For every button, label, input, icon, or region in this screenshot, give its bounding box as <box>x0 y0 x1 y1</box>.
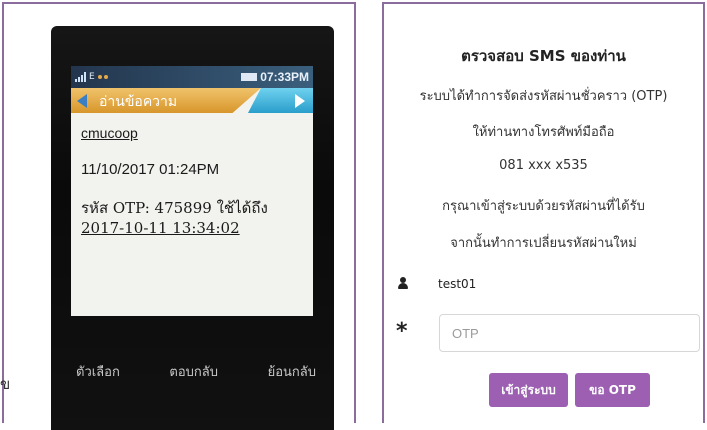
otp-input[interactable] <box>439 314 700 352</box>
softkey-reply: ตอบกลับ <box>169 365 219 380</box>
sms-body-line2: 2017-10-11 13:34:02 <box>81 219 240 237</box>
network-icon: E <box>89 72 95 82</box>
phone-status-bar: E 07:33PM <box>71 66 313 88</box>
otp-verify-panel: ตรวจสอบ SMS ของท่าน ระบบได้ทำการจัดส่งรห… <box>382 2 705 423</box>
sms-photo-panel: E 07:33PM อ่านข้อความ cmucoop 11/10/2017… <box>2 2 356 430</box>
arrow-right-icon <box>295 94 305 108</box>
status-time: 07:33PM <box>260 70 309 84</box>
caption-fragment: ข <box>0 375 11 393</box>
sms-datetime: 11/10/2017 01:24PM <box>81 161 220 178</box>
sms-message: cmucoop 11/10/2017 01:24PM รหัส OTP: 475… <box>71 113 313 244</box>
phone-number: 081 xxx x535 <box>499 158 588 173</box>
softkey-back: ย้อนกลับ <box>267 365 316 380</box>
user-icon <box>398 277 408 289</box>
softkey-options: ตัวเลือก <box>76 365 120 380</box>
phone-screen: E 07:33PM อ่านข้อความ cmucoop 11/10/2017… <box>71 66 313 316</box>
required-asterisk-icon: * <box>396 319 408 344</box>
arrow-left-icon <box>77 94 87 108</box>
info-line-1: ระบบได้ทำการจัดส่งรหัสผ่านชั่วคราว (OTP) <box>419 89 668 104</box>
phone-title: อ่านข้อความ <box>99 94 178 110</box>
sms-body-line1: รหัส OTP: 475899 ใช้ได้ถึง <box>81 199 268 217</box>
mobile-phone-photo: E 07:33PM อ่านข้อความ cmucoop 11/10/2017… <box>51 26 334 430</box>
phone-title-bar: อ่านข้อความ <box>71 88 313 113</box>
info-line-3: กรุณาเข้าสู่ระบบด้วยรหัสผ่านที่ได้รับ <box>442 199 645 214</box>
login-button[interactable]: เข้าสู่ระบบ <box>489 373 568 407</box>
sms-sender: cmucoop <box>81 125 138 141</box>
phone-softkeys: ตัวเลือก ตอบกลับ ย้อนกลับ <box>76 361 316 382</box>
sms-body: รหัส OTP: 475899 ใช้ได้ถึง 2017-10-11 13… <box>81 198 303 238</box>
info-line-2: ให้ท่านทางโทรศัพท์มือถือ <box>472 125 615 140</box>
battery-icon <box>241 73 258 81</box>
request-otp-button[interactable]: ขอ OTP <box>575 373 650 407</box>
notification-icon <box>97 75 108 79</box>
username-display: test01 <box>438 277 477 291</box>
signal-icon <box>75 72 86 82</box>
info-line-4: จากนั้นทำการเปลี่ยนรหัสผ่านใหม่ <box>450 236 637 251</box>
page-title: ตรวจสอบ SMS ของท่าน <box>461 47 626 65</box>
